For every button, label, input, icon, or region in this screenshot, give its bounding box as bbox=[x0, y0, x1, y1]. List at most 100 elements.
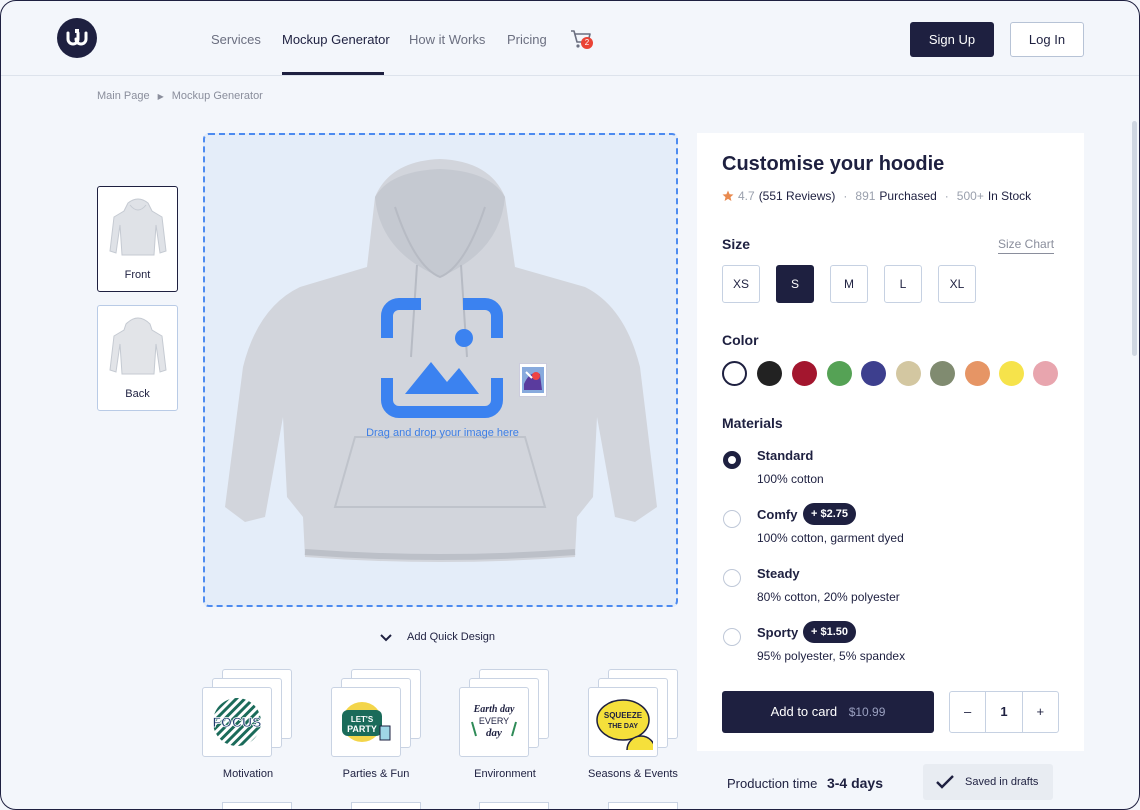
svg-text:EVERY: EVERY bbox=[479, 716, 509, 726]
color-swatch-orange[interactable] bbox=[965, 361, 990, 386]
quantity-decrement-button[interactable]: – bbox=[950, 692, 985, 732]
design-card-seasons[interactable]: SQUEEZE THE DAY bbox=[588, 669, 680, 769]
product-title: Customise your hoodie bbox=[722, 153, 945, 175]
nav-how-it-works[interactable]: How it Works bbox=[409, 32, 485, 47]
log-in-button[interactable]: Log In bbox=[1010, 22, 1084, 57]
material-desc: 80% cotton, 20% polyester bbox=[757, 590, 900, 604]
color-swatch-red[interactable] bbox=[792, 361, 817, 386]
image-upload-icon bbox=[381, 298, 503, 418]
color-swatch-olive[interactable] bbox=[930, 361, 955, 386]
add-to-cart-label: Add to card bbox=[770, 704, 838, 719]
production-time: Production time 3-4 days bbox=[727, 775, 883, 791]
add-quick-design-label: Add Quick Design bbox=[407, 631, 496, 643]
quantity-increment-button[interactable]: + bbox=[1023, 692, 1058, 732]
logo[interactable] bbox=[57, 18, 97, 58]
price-badge: + $2.75 bbox=[803, 503, 857, 525]
size-chart-link[interactable]: Size Chart bbox=[998, 237, 1055, 254]
focus-design-art: FOCUS bbox=[212, 698, 262, 746]
design-card-parties[interactable]: LET'S PARTY bbox=[331, 669, 423, 769]
material-name: Standard bbox=[757, 448, 814, 463]
top-navbar: Services Mockup Generator How it Works P… bbox=[1, 1, 1139, 76]
reviews-count[interactable]: (551 Reviews) bbox=[759, 189, 836, 203]
svg-text:FOCUS: FOCUS bbox=[213, 714, 262, 730]
checkmark-icon bbox=[936, 775, 954, 789]
saved-label: Saved in drafts bbox=[965, 776, 1039, 788]
star-icon bbox=[722, 190, 734, 201]
svg-text:SQUEEZE: SQUEEZE bbox=[604, 711, 643, 720]
earth-day-design-art: Earth day EVERY day bbox=[471, 704, 517, 739]
chevron-down-icon bbox=[380, 633, 392, 641]
view-thumbnail-front[interactable]: Front bbox=[97, 186, 178, 292]
quantity-value[interactable]: 1 bbox=[985, 692, 1023, 732]
color-swatch-white[interactable] bbox=[722, 361, 747, 386]
size-option-l[interactable]: L bbox=[884, 265, 922, 303]
material-radio-sporty[interactable] bbox=[723, 628, 741, 646]
design-card-partial bbox=[222, 802, 292, 809]
material-name: Steady bbox=[757, 566, 800, 581]
material-name: Comfy bbox=[757, 507, 798, 522]
add-to-cart-button[interactable]: Add to card $10.99 bbox=[722, 691, 934, 733]
color-swatch-black[interactable] bbox=[757, 361, 782, 386]
design-label-motivation: Motivation bbox=[222, 768, 274, 780]
product-options-panel: Customise your hoodie 4.7 (551 Reviews) … bbox=[697, 133, 1084, 751]
design-card-partial bbox=[608, 802, 678, 809]
material-radio-standard[interactable] bbox=[723, 451, 741, 469]
cart-count-badge: 2 bbox=[581, 37, 593, 49]
active-nav-indicator bbox=[282, 72, 384, 75]
material-desc: 100% cotton, garment dyed bbox=[757, 531, 904, 545]
material-name: Sporty bbox=[757, 625, 799, 640]
color-swatch-green[interactable] bbox=[827, 361, 852, 386]
size-heading: Size bbox=[722, 236, 751, 252]
color-swatch-pink[interactable] bbox=[1033, 361, 1058, 386]
size-option-s[interactable]: S bbox=[776, 265, 814, 303]
production-time-value: 3-4 days bbox=[826, 775, 883, 791]
design-card-motivation[interactable]: FOCUS bbox=[202, 669, 294, 769]
design-card-partial bbox=[351, 802, 421, 809]
material-radio-steady[interactable] bbox=[723, 569, 741, 587]
hoodie-front-thumbnail bbox=[109, 198, 167, 256]
app-window: Services Mockup Generator How it Works P… bbox=[0, 0, 1140, 810]
drop-zone-hint: Drag and drop your image here bbox=[366, 427, 519, 439]
breadcrumb-separator-icon: ▶ bbox=[157, 91, 164, 101]
party-design-art: LET'S PARTY bbox=[342, 702, 391, 742]
color-swatch-sand[interactable] bbox=[896, 361, 921, 386]
view-thumbnail-back[interactable]: Back bbox=[97, 305, 178, 411]
design-card-environment[interactable]: Earth day EVERY day bbox=[459, 669, 551, 769]
color-swatch-yellow[interactable] bbox=[999, 361, 1024, 386]
materials-heading: Materials bbox=[722, 415, 783, 431]
breadcrumb: Main Page ▶ Mockup Generator bbox=[97, 90, 263, 102]
size-option-xs[interactable]: XS bbox=[722, 265, 760, 303]
view-label-front: Front bbox=[124, 269, 151, 281]
view-label-back: Back bbox=[125, 388, 150, 400]
product-meta: 4.7 (551 Reviews) · 891 Purchased · 500+… bbox=[722, 189, 1031, 203]
design-card-partial bbox=[479, 802, 549, 809]
saved-in-drafts-button[interactable]: Saved in drafts bbox=[923, 764, 1053, 800]
stock-label: In Stock bbox=[987, 189, 1032, 203]
color-heading: Color bbox=[722, 332, 759, 348]
svg-text:THE DAY: THE DAY bbox=[608, 723, 638, 730]
size-option-xl[interactable]: XL bbox=[938, 265, 976, 303]
add-to-cart-price: $10.99 bbox=[848, 705, 886, 719]
size-option-m[interactable]: M bbox=[830, 265, 868, 303]
purchased-count: 891 bbox=[855, 189, 876, 203]
purchased-label: Purchased bbox=[879, 189, 937, 203]
design-drop-zone[interactable]: Drag and drop your image here bbox=[203, 133, 678, 607]
nav-mockup-generator[interactable]: Mockup Generator bbox=[282, 32, 390, 47]
hoodie-back-thumbnail bbox=[109, 317, 167, 375]
price-badge: + $1.50 bbox=[803, 621, 857, 643]
material-desc: 95% polyester, 5% spandex bbox=[757, 649, 906, 663]
sign-up-button[interactable]: Sign Up bbox=[910, 22, 994, 57]
design-label-environment: Environment bbox=[474, 768, 536, 780]
dragged-sticker-preview[interactable] bbox=[519, 363, 547, 397]
color-swatch-navy[interactable] bbox=[861, 361, 886, 386]
page-scrollbar[interactable] bbox=[1132, 121, 1137, 356]
svg-text:day: day bbox=[486, 727, 502, 739]
nav-services[interactable]: Services bbox=[211, 32, 261, 47]
add-quick-design-toggle[interactable]: Add Quick Design bbox=[379, 631, 495, 643]
production-time-label: Production time bbox=[727, 776, 818, 791]
material-desc: 100% cotton bbox=[757, 472, 824, 486]
nav-pricing[interactable]: Pricing bbox=[507, 32, 547, 47]
material-radio-comfy[interactable] bbox=[723, 510, 741, 528]
breadcrumb-main-page[interactable]: Main Page bbox=[97, 90, 150, 102]
squeeze-design-art: SQUEEZE THE DAY bbox=[596, 699, 653, 751]
